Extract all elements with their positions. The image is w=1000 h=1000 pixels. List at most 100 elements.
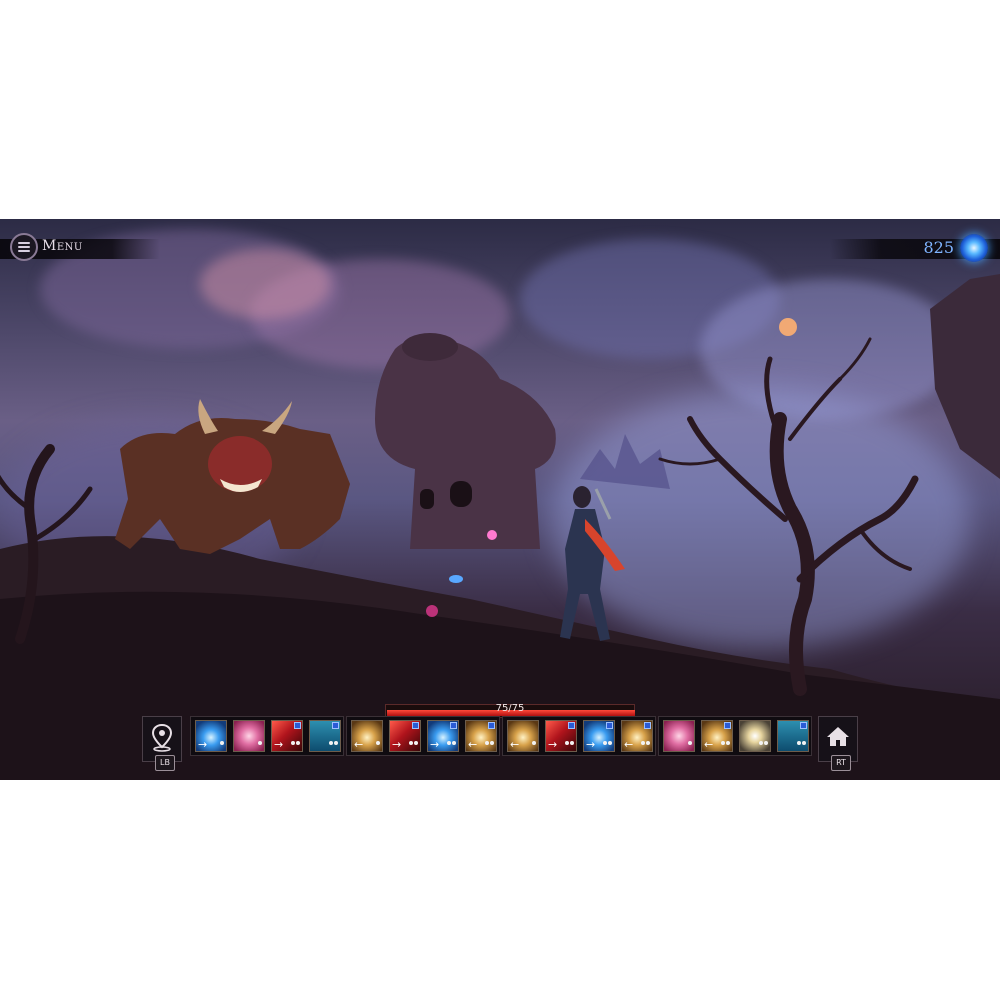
skill-slot[interactable]: ← — [621, 720, 653, 752]
charge-dot — [485, 741, 489, 745]
charge-dot — [721, 741, 725, 745]
charge-dot — [296, 741, 300, 745]
blue-glow-orb — [449, 575, 463, 583]
charge-dots — [687, 730, 692, 749]
skill-group: → → — [190, 716, 344, 756]
skill-slot[interactable] — [663, 720, 695, 752]
skill-slot[interactable]: ← — [701, 720, 733, 752]
glowing-plant — [426, 605, 438, 617]
direction-arrow: → — [198, 738, 208, 751]
charge-dot — [447, 741, 451, 745]
skill-slot[interactable]: → — [583, 720, 615, 752]
upgrade-badge-icon — [488, 722, 495, 729]
game-viewport: Menu 825 75/75 LB → → ← → → ← ← → → ← ← RT — [0, 219, 1000, 780]
direction-arrow: ← — [468, 738, 478, 751]
skill-slot[interactable]: ← — [507, 720, 539, 752]
skill-slot[interactable] — [739, 720, 771, 752]
charge-dots — [290, 730, 300, 749]
currency-count: 825 — [923, 238, 954, 257]
health-text: 75/75 — [495, 703, 525, 714]
upgrade-badge-icon — [568, 722, 575, 729]
charge-dots — [257, 730, 262, 749]
upgrade-badge-icon — [644, 722, 651, 729]
mushroom-cap-top — [402, 333, 458, 361]
charge-dot — [688, 741, 692, 745]
skill-slot[interactable] — [777, 720, 809, 752]
charge-dot — [532, 741, 536, 745]
charge-dots — [531, 730, 536, 749]
hero-character — [560, 486, 625, 641]
skill-slot[interactable]: ← — [465, 720, 497, 752]
charge-dots — [720, 730, 730, 749]
lb-button-tag: LB — [155, 755, 175, 771]
twisted-tree — [658, 337, 919, 696]
skill-slot[interactable] — [309, 720, 341, 752]
charge-dot — [414, 741, 418, 745]
charge-dot — [797, 741, 801, 745]
menu-label[interactable]: Menu — [42, 238, 83, 254]
menu-button[interactable] — [10, 233, 38, 261]
blue-orb-icon — [960, 234, 988, 262]
home-button[interactable]: RT — [818, 716, 858, 771]
charge-dot — [452, 741, 456, 745]
skill-group: ← → → ← — [346, 716, 500, 756]
charge-dots — [446, 730, 456, 749]
cliff-rock — [930, 274, 1000, 479]
skill-group: ← → → ← — [502, 716, 656, 756]
charge-dots — [564, 730, 574, 749]
charge-dots — [758, 730, 768, 749]
charge-dot — [603, 741, 607, 745]
charge-dot — [376, 741, 380, 745]
house-window — [450, 481, 472, 507]
charge-dot — [802, 741, 806, 745]
charge-dot — [764, 741, 768, 745]
charge-dot — [641, 741, 645, 745]
direction-arrow: → — [548, 738, 558, 751]
charge-dot — [570, 741, 574, 745]
upgrade-badge-icon — [294, 722, 301, 729]
glowing-plant — [487, 530, 497, 540]
upgrade-badge-icon — [724, 722, 731, 729]
skill-slot[interactable] — [233, 720, 265, 752]
direction-arrow: ← — [624, 738, 634, 751]
charge-dot — [490, 741, 494, 745]
hamburger-icon — [18, 242, 30, 252]
upgrade-badge-icon — [606, 722, 613, 729]
glowing-flower — [779, 318, 797, 336]
skill-slot[interactable]: → — [389, 720, 421, 752]
distant-ruins — [580, 434, 670, 489]
beast-head — [208, 436, 272, 492]
upgrade-badge-icon — [332, 722, 339, 729]
charge-dot — [409, 741, 413, 745]
map-pin-icon — [151, 723, 173, 752]
mushroom-house — [375, 337, 556, 549]
skill-group: ← — [658, 716, 812, 756]
skill-slot[interactable]: → — [545, 720, 577, 752]
rt-button-tag: RT — [831, 755, 851, 771]
upgrade-badge-icon — [412, 722, 419, 729]
house-window — [420, 489, 434, 509]
direction-arrow: → — [392, 738, 402, 751]
upgrade-badge-icon — [800, 722, 807, 729]
charge-dot — [220, 741, 224, 745]
charge-dot — [329, 741, 333, 745]
charge-dot — [608, 741, 612, 745]
direction-arrow: ← — [354, 738, 364, 751]
charge-dot — [565, 741, 569, 745]
charge-dots — [602, 730, 612, 749]
home-icon — [827, 727, 849, 746]
skill-slot[interactable]: → — [271, 720, 303, 752]
skill-slot[interactable]: → — [427, 720, 459, 752]
charge-dots — [375, 730, 380, 749]
charge-dots — [219, 730, 224, 749]
map-button[interactable]: LB — [142, 716, 182, 771]
charge-dots — [640, 730, 650, 749]
charge-dot — [291, 741, 295, 745]
charge-dot — [759, 741, 763, 745]
charge-dot — [646, 741, 650, 745]
skill-slot[interactable]: → — [195, 720, 227, 752]
charge-dot — [726, 741, 730, 745]
skill-slot[interactable]: ← — [351, 720, 383, 752]
upgrade-badge-icon — [450, 722, 457, 729]
charge-dot — [258, 741, 262, 745]
